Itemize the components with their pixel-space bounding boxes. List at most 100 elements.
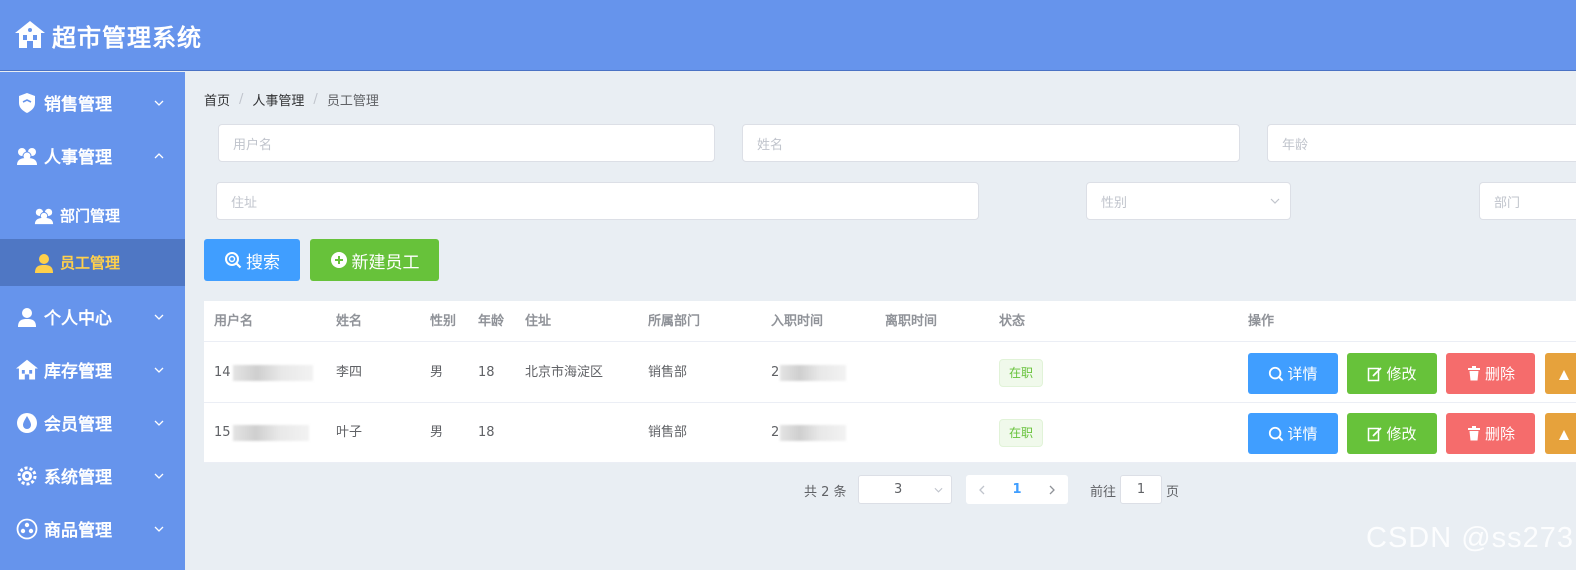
department-cell: 销售部 xyxy=(648,425,688,440)
search-icon xyxy=(1268,426,1284,442)
name-placeholder: 姓名 xyxy=(757,137,784,153)
delete-button[interactable]: 删除 xyxy=(1446,353,1535,394)
goto-page-input[interactable]: 1 xyxy=(1120,475,1162,504)
sidebar-item-system[interactable]: 系统管理 xyxy=(0,449,185,502)
username-placeholder: 用户名 xyxy=(233,137,273,153)
more-button[interactable] xyxy=(1545,353,1576,394)
sidebar-item-label: 员工管理 xyxy=(60,254,121,272)
delete-button[interactable]: 删除 xyxy=(1446,413,1535,454)
employee-table: 用户名 姓名 性别 年龄 住址 所属部门 入职时间 离职时间 状态 操作 14 … xyxy=(204,301,1576,463)
status-badge: 在职 xyxy=(999,419,1044,447)
age-cell: 18 xyxy=(478,425,495,440)
page-size-select[interactable]: 3 xyxy=(858,475,952,504)
sidebar-item-hr[interactable]: 人事管理 xyxy=(0,129,185,182)
shield-icon xyxy=(15,91,39,115)
sidebar-item-label: 会员管理 xyxy=(44,415,112,435)
table-header: 用户名 姓名 性别 年龄 住址 所属部门 入职时间 离职时间 状态 操作 xyxy=(204,301,1576,342)
sidebar-item-label: 个人中心 xyxy=(44,309,112,329)
sidebar-item-label: 系统管理 xyxy=(44,468,112,488)
detail-button-label: 详情 xyxy=(1287,425,1318,443)
breadcrumb-current: 员工管理 xyxy=(326,94,379,109)
sidebar-item-employee[interactable]: 员工管理 xyxy=(0,239,185,286)
users-icon xyxy=(15,144,39,168)
prev-page-button[interactable] xyxy=(969,475,995,504)
hire-date-value: 2 xyxy=(771,425,780,440)
age-placeholder: 年龄 xyxy=(1282,137,1309,153)
breadcrumb-hr[interactable]: 人事管理 xyxy=(252,90,304,109)
column-header: 操作 xyxy=(1248,314,1275,329)
column-header: 年龄 xyxy=(478,314,505,329)
sidebar-item-department[interactable]: 部门管理 xyxy=(0,192,185,239)
redacted-block xyxy=(780,364,847,381)
more-button[interactable] xyxy=(1545,413,1576,454)
address-cell: 北京市海淀区 xyxy=(525,365,604,380)
users-icon xyxy=(33,205,55,227)
username-input[interactable]: 用户名 xyxy=(218,124,715,162)
drop-icon xyxy=(15,411,39,435)
delete-button-label: 删除 xyxy=(1484,425,1515,443)
gender-cell: 男 xyxy=(430,425,444,440)
search-icon xyxy=(1268,366,1284,382)
breadcrumb-separator: / xyxy=(239,92,244,107)
chevron-down-icon xyxy=(934,487,943,493)
gear-icon xyxy=(15,464,39,488)
sidebar-item-sales[interactable]: 销售管理 xyxy=(0,76,185,129)
user-icon xyxy=(1558,369,1569,380)
sidebar-item-label: 商品管理 xyxy=(44,521,112,541)
username-cell: 14 xyxy=(214,343,313,403)
new-employee-button-label: 新建员工 xyxy=(351,252,420,273)
chevron-down-icon xyxy=(154,314,164,320)
search-button-label: 搜索 xyxy=(246,252,280,273)
column-header: 离职时间 xyxy=(885,314,938,329)
sidebar-item-profile[interactable]: 个人中心 xyxy=(0,290,185,343)
next-page-button[interactable] xyxy=(1039,475,1065,504)
column-header: 用户名 xyxy=(214,314,254,329)
trash-icon xyxy=(1466,366,1482,382)
redacted-block xyxy=(232,364,313,381)
user-icon xyxy=(33,252,55,274)
username-value: 15 xyxy=(214,425,231,440)
name-input[interactable]: 姓名 xyxy=(742,124,1240,162)
user-icon xyxy=(15,305,39,329)
department-placeholder: 部门 xyxy=(1494,195,1521,211)
hire-date-cell: 2 xyxy=(771,403,847,463)
column-header: 性别 xyxy=(430,314,457,329)
pagination-total: 共 2 条 xyxy=(804,485,847,500)
new-employee-button[interactable]: 新建员工 xyxy=(310,239,439,281)
detail-button[interactable]: 详情 xyxy=(1248,353,1338,394)
sidebar-item-label: 部门管理 xyxy=(60,207,121,225)
chevron-up-icon xyxy=(154,152,164,158)
pager: 1 xyxy=(966,475,1068,504)
goto-suffix: 页 xyxy=(1166,485,1180,500)
column-header: 状态 xyxy=(999,314,1026,329)
sidebar-item-members[interactable]: 会员管理 xyxy=(0,396,185,449)
column-header: 住址 xyxy=(525,314,552,329)
home-logo-icon xyxy=(14,19,46,51)
breadcrumb-home[interactable]: 首页 xyxy=(204,90,230,109)
edit-button[interactable]: 修改 xyxy=(1347,353,1437,394)
detail-button[interactable]: 详情 xyxy=(1248,413,1338,454)
edit-button-label: 修改 xyxy=(1386,425,1417,443)
trash-icon xyxy=(1466,426,1482,442)
name-cell: 叶子 xyxy=(336,425,363,440)
sidebar-item-label: 人事管理 xyxy=(44,148,112,168)
sidebar-item-inventory[interactable]: 库存管理 xyxy=(0,343,185,396)
page-number-active[interactable]: 1 xyxy=(1004,475,1030,504)
address-input[interactable]: 住址 xyxy=(216,182,979,220)
username-value: 14 xyxy=(214,365,231,380)
delete-button-label: 删除 xyxy=(1484,365,1515,383)
edit-button[interactable]: 修改 xyxy=(1347,413,1437,454)
age-input[interactable]: 年龄 xyxy=(1267,124,1576,162)
table-row: 14 李四 男 18 北京市海淀区 销售部 2 在职 详情 修改 删除 xyxy=(204,343,1576,403)
goto-page-value: 1 xyxy=(1136,482,1146,497)
redacted-block xyxy=(780,424,847,441)
table-row: 15 叶子 男 18 销售部 2 在职 详情 修改 删除 xyxy=(204,403,1576,463)
address-placeholder: 住址 xyxy=(231,195,258,211)
user-icon xyxy=(1558,429,1569,440)
chevron-down-icon xyxy=(154,367,164,373)
department-select[interactable]: 部门 xyxy=(1479,182,1576,220)
sidebar: 销售管理 人事管理 部门管理 员工管理 个人中心 库存管理 会员管理 系统管理 … xyxy=(0,72,185,570)
search-button[interactable]: 搜索 xyxy=(204,239,300,281)
gender-select[interactable]: 性别 xyxy=(1086,182,1291,220)
sidebar-item-products[interactable]: 商品管理 xyxy=(0,502,185,555)
